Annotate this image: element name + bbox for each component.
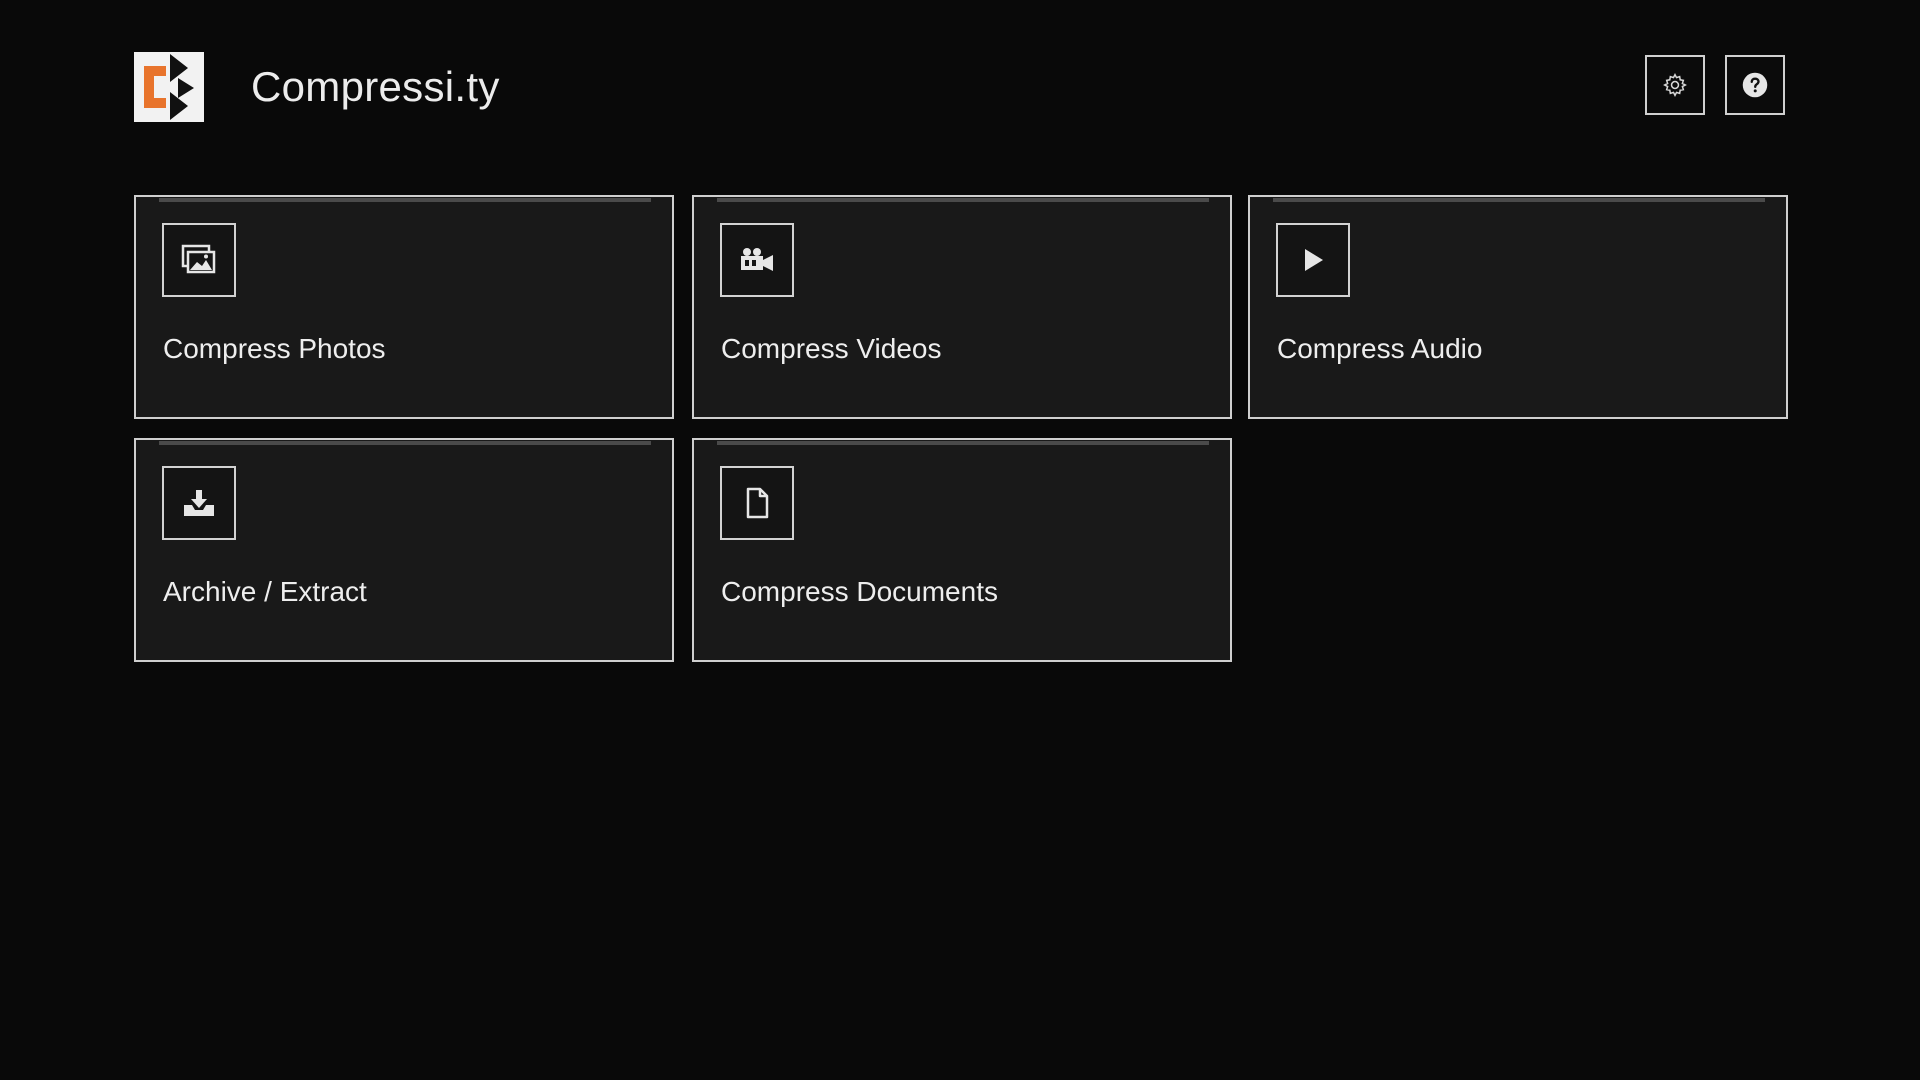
video-camera-icon [741,248,773,271]
gear-icon [1663,73,1687,97]
card-label: Compress Videos [721,333,942,364]
header: Compressi.ty [134,52,1788,122]
compress-photos-card[interactable]: Compress Photos [134,195,674,419]
card-top-bar [717,441,1209,445]
play-icon [1305,249,1323,271]
archive-extract-card[interactable]: Archive / Extract [134,438,674,662]
card-top-bar [717,198,1209,202]
card-top-bar [1273,198,1765,202]
card-icon-box [162,466,236,540]
question-circle-icon [1742,72,1768,98]
app-root: Compressi.ty Compress Photos Compress Vi… [0,0,1920,1080]
document-icon [746,487,769,519]
compress-documents-card[interactable]: Compress Documents [692,438,1232,662]
card-label: Compress Documents [721,576,998,607]
settings-button[interactable] [1645,55,1705,115]
card-icon-box [162,223,236,297]
card-icon-box [1276,223,1350,297]
compress-videos-card[interactable]: Compress Videos [692,195,1232,419]
card-label: Compress Photos [163,333,386,364]
card-label: Archive / Extract [163,576,367,607]
card-top-bar [159,198,651,202]
compress-audio-card[interactable]: Compress Audio [1248,195,1788,419]
card-icon-box [720,223,794,297]
images-icon [181,244,216,274]
help-button[interactable] [1725,55,1785,115]
card-icon-box [720,466,794,540]
download-tray-icon [184,490,214,516]
app-title: Compressi.ty [251,63,500,110]
card-top-bar [159,441,651,445]
card-label: Compress Audio [1277,333,1483,364]
compressity-logo-icon [134,52,204,122]
